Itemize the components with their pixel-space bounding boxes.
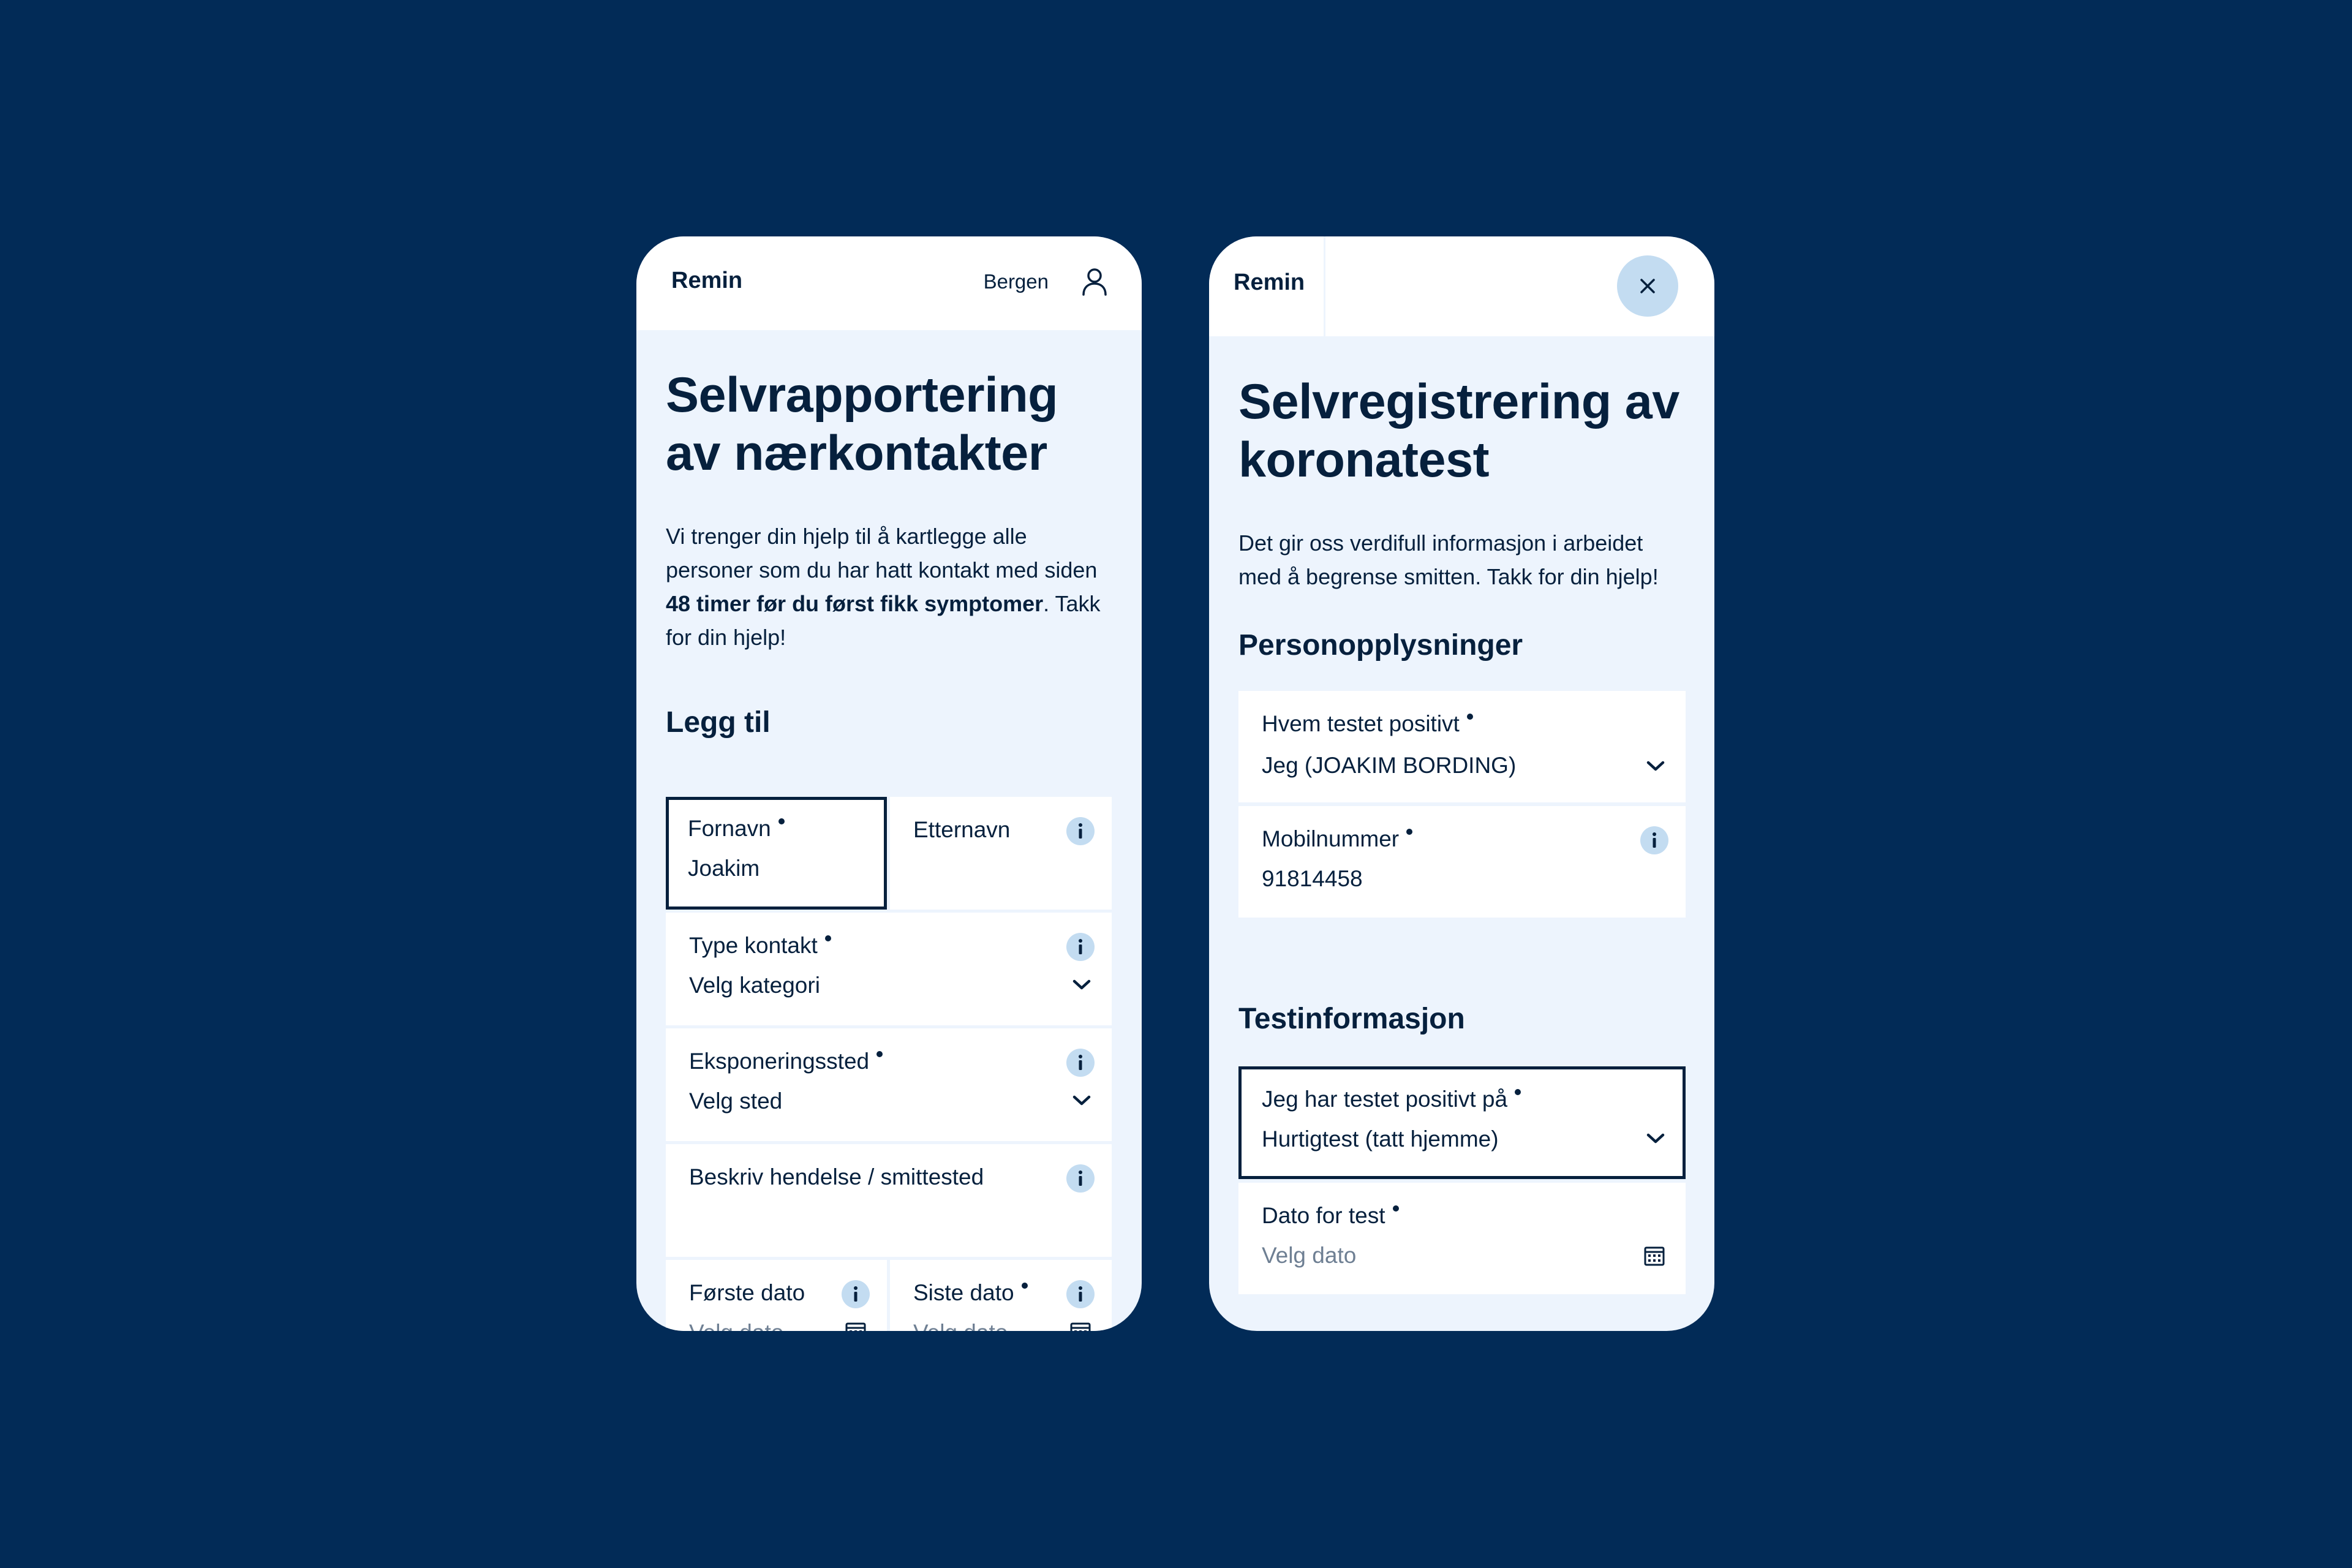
required-dot	[1021, 1283, 1028, 1289]
required-dot	[1406, 829, 1413, 835]
who-tested-label: Hvem testet positivt	[1262, 711, 1473, 737]
first-date-field[interactable]: Første dato Velg dato	[666, 1260, 887, 1331]
required-dot	[876, 1051, 883, 1057]
contact-report-screen: Remin Bergen Selvrapportering av nærkont…	[636, 236, 1142, 1331]
close-button[interactable]	[1617, 255, 1678, 317]
last-date-label: Siste dato	[913, 1280, 1028, 1306]
brand-logo[interactable]: Remin	[671, 268, 742, 294]
test-type-label-text: Jeg har testet positivt på	[1262, 1087, 1508, 1112]
first-date-value: Velg dato	[689, 1320, 783, 1331]
page-content: Selvrapportering av nærkontakter Vi tren…	[636, 366, 1142, 739]
chevron-down-icon[interactable]	[1646, 760, 1665, 772]
close-icon	[1640, 279, 1655, 293]
describe-event-field[interactable]: Beskriv hendelse / smittested	[666, 1144, 1112, 1257]
mobile-number-label-text: Mobilnummer	[1262, 826, 1400, 851]
info-icon[interactable]	[1066, 817, 1095, 845]
contact-type-value: Velg kategori	[689, 973, 820, 998]
contact-type-select[interactable]: Type kontakt Velg kategori	[666, 913, 1112, 1025]
test-date-label: Dato for test	[1262, 1203, 1399, 1229]
section-title-personal: Personopplysninger	[1238, 629, 1523, 662]
last-name-field[interactable]: Etternavn	[890, 797, 1112, 910]
required-dot	[1466, 714, 1473, 720]
first-name-label: Fornavn	[688, 816, 785, 842]
nav-divider	[1324, 236, 1325, 336]
info-icon[interactable]	[1066, 1049, 1095, 1077]
page-title: Selvrapportering av nærkontakter	[666, 368, 1058, 481]
calendar-icon[interactable]	[1643, 1245, 1665, 1267]
top-nav: Remin	[1209, 236, 1714, 336]
first-name-value[interactable]: Joakim	[688, 856, 760, 881]
chevron-down-icon[interactable]	[1072, 979, 1091, 991]
chevron-down-icon[interactable]	[1646, 1133, 1665, 1145]
contact-type-label: Type kontakt	[689, 933, 831, 959]
exposure-location-select[interactable]: Eksponeringssted Velg sted	[666, 1028, 1112, 1141]
first-name-field[interactable]: Fornavn Joakim	[666, 797, 887, 910]
page-title: Selvregistrering av koronatest	[1238, 374, 1679, 488]
test-date-field[interactable]: Dato for test Velg dato	[1238, 1183, 1686, 1294]
info-icon[interactable]	[1640, 826, 1668, 854]
section-title-test: Testinformasjon	[1238, 1003, 1465, 1035]
info-icon[interactable]	[1066, 1280, 1095, 1308]
contact-type-label-text: Type kontakt	[689, 933, 818, 958]
test-registration-screen: Remin Selvregistrering av koronatest Det…	[1209, 236, 1714, 1331]
intro-text-part1: Vi trenger din hjelp til å kartlegge all…	[666, 524, 1098, 582]
last-name-label: Etternavn	[913, 817, 1011, 842]
test-type-value: Hurtigtest (tatt hjemme)	[1262, 1126, 1499, 1152]
first-date-label: Første dato	[689, 1280, 805, 1305]
brand-logo[interactable]: Remin	[1234, 270, 1305, 296]
top-nav: Remin Bergen	[636, 236, 1142, 330]
user-icon[interactable]	[1082, 267, 1107, 296]
info-icon[interactable]	[842, 1280, 870, 1308]
calendar-icon[interactable]	[1069, 1321, 1091, 1331]
mobile-number-label: Mobilnummer	[1262, 826, 1413, 852]
mobile-number-value[interactable]: 91814458	[1262, 866, 1363, 892]
describe-event-label: Beskriv hendelse / smittested	[689, 1164, 984, 1189]
chevron-down-icon[interactable]	[1072, 1095, 1091, 1107]
who-tested-select[interactable]: Hvem testet positivt Jeg (JOAKIM BORDING…	[1238, 691, 1686, 802]
mobile-number-field[interactable]: Mobilnummer 91814458	[1238, 806, 1686, 918]
exposure-location-label-text: Eksponeringssted	[689, 1049, 870, 1074]
last-date-label-text: Siste dato	[913, 1280, 1014, 1305]
page-content: Selvregistrering av koronatest Det gir o…	[1209, 373, 1714, 594]
test-date-value: Velg dato	[1262, 1243, 1357, 1268]
who-tested-label-text: Hvem testet positivt	[1262, 711, 1460, 736]
required-dot	[824, 935, 831, 941]
test-type-select[interactable]: Jeg har testet positivt på Hurtigtest (t…	[1238, 1066, 1686, 1179]
location-label[interactable]: Bergen	[984, 270, 1049, 293]
exposure-location-label: Eksponeringssted	[689, 1049, 883, 1074]
info-icon[interactable]	[1066, 933, 1095, 961]
test-date-label-text: Dato for test	[1262, 1203, 1385, 1228]
intro-emphasis: 48 timer før du først fikk symptomer	[666, 591, 1044, 616]
required-dot	[1392, 1205, 1399, 1212]
calendar-icon[interactable]	[845, 1321, 867, 1331]
info-icon[interactable]	[1066, 1164, 1095, 1193]
test-type-label: Jeg har testet positivt på	[1262, 1087, 1521, 1112]
required-dot	[778, 818, 785, 824]
who-tested-value: Jeg (JOAKIM BORDING)	[1262, 753, 1517, 778]
exposure-location-value: Velg sted	[689, 1088, 783, 1114]
first-name-label-text: Fornavn	[688, 816, 771, 841]
last-date-field[interactable]: Siste dato Velg dato	[890, 1260, 1112, 1331]
section-title-add: Legg til	[666, 706, 771, 739]
intro-text: Det gir oss verdifull informasjon i arbe…	[1238, 530, 1659, 589]
last-date-value: Velg dato	[913, 1320, 1008, 1331]
intro-text: Vi trenger din hjelp til å kartlegge all…	[666, 519, 1112, 654]
required-dot	[1515, 1089, 1521, 1095]
